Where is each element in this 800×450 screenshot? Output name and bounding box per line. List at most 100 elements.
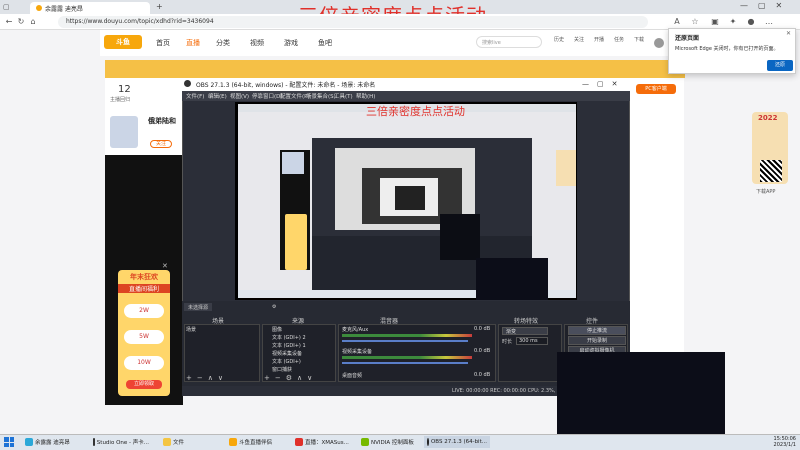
taskbar-item-edge[interactable]: 余露露 迪亮昂 <box>22 436 84 448</box>
extensions-icon[interactable]: ✦ <box>728 17 738 27</box>
broadcast-icon[interactable]: 开播 <box>592 36 606 43</box>
taskbar-item-obs[interactable]: OBS 27.1.3 (64-bit... <box>424 436 490 448</box>
stop-streaming-button[interactable]: 停止推流 <box>568 326 626 335</box>
taskbar-item-live[interactable]: 直播：XMASus... <box>292 436 354 448</box>
taskbar-item-explorer[interactable]: 文件 <box>160 436 222 448</box>
nested-watermark: 三倍亲密度点点活动 <box>366 105 465 118</box>
obs-menu-help[interactable]: 帮助(H) <box>356 92 375 100</box>
nested-promo <box>285 214 307 270</box>
mixer-channel-db: 0.0 dB <box>474 326 491 332</box>
douyu-logo[interactable]: 斗鱼 <box>104 35 142 49</box>
duration-label: 时长 <box>502 339 513 345</box>
dark-overlay <box>476 258 548 300</box>
tab-menu-icon[interactable]: ▢ <box>3 3 10 11</box>
douyu-favicon-icon <box>36 5 42 11</box>
nav-home[interactable]: 首页 <box>156 38 170 48</box>
follow-icon[interactable]: 关注 <box>572 36 586 43</box>
taskbar-item-studio-one[interactable]: Studio One - 声卡... <box>90 436 152 448</box>
obs-window-controls[interactable]: —▢✕ <box>582 80 625 88</box>
mixer-volume-slider[interactable] <box>342 362 468 364</box>
scene-item[interactable]: 场景 <box>186 326 196 334</box>
mixer-meter <box>342 334 472 337</box>
taskbar-clock[interactable]: 15:50:06 2023/1/1 <box>752 436 796 448</box>
pc-client-button[interactable]: PC客户端 <box>636 84 676 94</box>
anchor-count-label: 主播回归 <box>110 97 131 103</box>
promo-item: 5W <box>124 330 164 344</box>
app-download-label[interactable]: 下载APP <box>756 188 775 195</box>
scene-toolbar[interactable]: +−∧∨ <box>186 374 228 382</box>
obs-menu-docks[interactable]: 停靠窗口(D) <box>252 92 283 100</box>
new-tab-icon[interactable]: + <box>156 2 163 11</box>
nested-dark-block <box>440 214 480 260</box>
nested-gift <box>556 150 576 186</box>
restore-button[interactable]: 还原 <box>767 60 793 71</box>
popup-title: 还原页面 <box>675 35 700 42</box>
promo-title: 年末狂欢 <box>130 273 158 281</box>
mixer-channel-name: 视频采集设备 <box>342 349 373 355</box>
user-avatar[interactable] <box>654 38 664 48</box>
back-icon[interactable]: ← <box>4 17 14 27</box>
mixer-channel-name: 麦克风/Aux <box>342 327 369 333</box>
window-controls[interactable]: —▢✕ <box>740 1 792 10</box>
promo-close-icon[interactable]: ✕ <box>162 262 168 270</box>
obs-app-icon <box>184 80 191 87</box>
obs-menu-edit[interactable]: 编辑(E) <box>208 92 227 100</box>
clock-date: 2023/1/1 <box>773 442 796 448</box>
nav-video[interactable]: 视频 <box>250 38 264 48</box>
nested-avatar <box>282 152 304 174</box>
start-icon[interactable] <box>4 437 14 447</box>
transition-select[interactable]: 渐变 <box>502 327 548 335</box>
promo-item: 2W <box>124 304 164 318</box>
streamer-avatar[interactable] <box>110 116 138 148</box>
mixer-channel-db: 0.0 dB <box>474 348 491 354</box>
taskbar-item-nvidia[interactable]: NVIDIA 控制面板 <box>358 436 420 448</box>
start-recording-button[interactable]: 开始录制 <box>568 336 626 345</box>
duration-input[interactable]: 300 ms <box>516 337 548 345</box>
source-toolbar[interactable]: +−⚙∧∨ <box>264 374 317 382</box>
home-icon[interactable]: ⌂ <box>28 17 38 27</box>
obs-menu-view[interactable]: 视图(V) <box>230 92 249 100</box>
qr-code <box>760 160 782 182</box>
follow-button[interactable]: 关注 <box>150 140 172 148</box>
source-item[interactable]: 图像 <box>272 326 282 334</box>
source-item[interactable]: 文本 (GDI+) 2 <box>272 334 306 342</box>
obs-menu-scene-collection[interactable]: 场景集合(S) <box>306 92 336 100</box>
mixer-volume-slider[interactable] <box>342 340 468 342</box>
task-icon[interactable]: 任务 <box>612 36 626 43</box>
promo-item: 10W <box>124 356 164 370</box>
url-field[interactable]: https://www.douyu.com/topic/xdhd?rid=343… <box>58 16 648 28</box>
history-icon[interactable]: 历史 <box>552 36 566 43</box>
refresh-icon[interactable]: ↻ <box>16 17 26 27</box>
obs-menu-file[interactable]: 文件(F) <box>186 92 204 100</box>
profile-icon[interactable]: ● <box>746 17 756 27</box>
browser-tab-active[interactable]: 余露露 迪亮昂 <box>30 2 150 14</box>
settings-more-icon[interactable]: … <box>764 17 774 27</box>
site-search-input[interactable]: 搜索live <box>476 36 542 48</box>
event-banner <box>105 60 685 78</box>
source-item[interactable]: 窗口捕获 <box>272 366 292 374</box>
nav-fishbar[interactable]: 鱼吧 <box>318 38 332 48</box>
nav-category[interactable]: 分类 <box>216 38 230 48</box>
obs-menu-tools[interactable]: 工具(T) <box>334 92 353 100</box>
mixer-channel-name: 桌面音频 <box>342 373 363 379</box>
mixer-channel-db: 0.0 dB <box>474 372 491 378</box>
obs-properties-icon[interactable]: ⚙ <box>272 304 276 310</box>
source-item[interactable]: 文本 (GDI+) 1 <box>272 342 306 350</box>
collections-icon[interactable]: ▣ <box>710 17 720 27</box>
nested-level-4 <box>395 186 425 210</box>
source-item[interactable]: 视频采集设备 <box>272 350 302 358</box>
favorite-icon[interactable]: ☆ <box>690 17 700 27</box>
popup-close-icon[interactable]: ✕ <box>786 30 791 37</box>
read-aloud-icon[interactable]: A <box>672 17 682 27</box>
nav-live[interactable]: 直播 <box>186 38 200 48</box>
tab-label: 余露露 迪亮昂 <box>45 5 83 13</box>
promo-cta-button[interactable]: 立即领取 <box>126 380 162 389</box>
nav-game[interactable]: 游戏 <box>284 38 298 48</box>
download-icon[interactable]: 下载 <box>632 36 646 43</box>
taskbar-item-douyu-companion[interactable]: 斗鱼直播伴侣 <box>226 436 288 448</box>
mixer-meter <box>342 356 472 359</box>
source-item[interactable]: 文本 (GDI+) <box>272 358 301 366</box>
streamer-name[interactable]: 俄弟陆和 <box>148 116 176 126</box>
anchor-count: 12 <box>118 84 131 95</box>
promo-subtitle: 直播间福利 <box>118 284 170 293</box>
